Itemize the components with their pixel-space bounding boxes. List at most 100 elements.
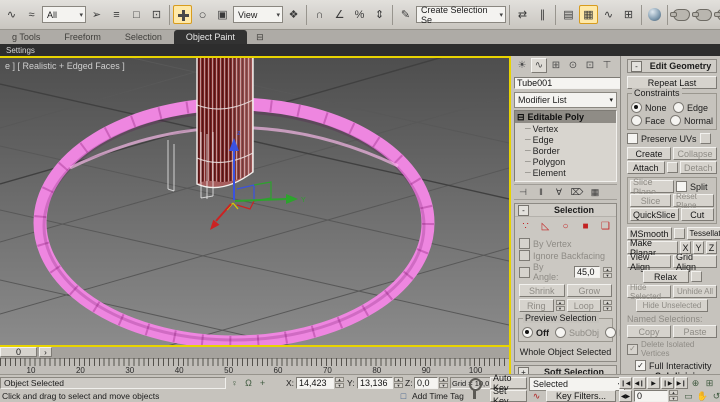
edit-geometry-rollout-header[interactable]: - Edit Geometry	[627, 59, 717, 73]
ribbon-tab-g-tools[interactable]: g Tools	[0, 30, 52, 44]
render-setup-icon[interactable]	[673, 9, 690, 21]
rectangular-selection-region-icon[interactable]: □	[127, 5, 146, 24]
reference-coordinate-dropdown[interactable]: View▾	[233, 6, 283, 23]
named-selection-set-dropdown[interactable]: Create Selection Se▾	[416, 6, 506, 23]
stack-item-vertex[interactable]: ─Vertex	[515, 123, 616, 134]
tab-display[interactable]: ⊡	[582, 58, 598, 73]
mirror-icon[interactable]: ⇄	[513, 5, 532, 24]
time-slider-next-button[interactable]: ›	[39, 347, 52, 357]
use-pivot-center-icon[interactable]: ❖	[284, 5, 303, 24]
relax-button[interactable]: Relax	[643, 270, 689, 283]
shrink-button[interactable]: Shrink	[519, 284, 565, 297]
preserve-uvs-checkbox[interactable]: Preserve UVs	[627, 133, 717, 144]
view-align-button[interactable]: View Align	[627, 255, 671, 268]
set-keys-key-icon[interactable]	[466, 377, 485, 401]
by-vertex-checkbox[interactable]: By Vertex	[519, 238, 612, 249]
ribbon-tab-object-paint[interactable]: Object Paint	[174, 30, 247, 44]
tab-modify[interactable]: ∿	[531, 58, 547, 73]
object-name-field[interactable]	[514, 77, 637, 89]
y-coordinate-field[interactable]	[357, 377, 393, 389]
ring-spinner[interactable]: ▲▼	[556, 300, 565, 311]
key-tangent-icon[interactable]: ∿	[529, 390, 544, 402]
tube-object[interactable]	[197, 58, 253, 188]
angle-field[interactable]	[574, 266, 600, 278]
zoom-all-icon[interactable]: ⊞	[703, 377, 716, 389]
show-end-result-icon[interactable]: ‖	[534, 186, 548, 199]
loop-spinner[interactable]: ▲▼	[603, 300, 612, 311]
play-icon[interactable]: ▶	[647, 377, 660, 389]
stack-item-polygon[interactable]: ─Polygon	[515, 156, 616, 167]
previous-frame-icon[interactable]: ◀❙	[633, 377, 646, 389]
copy-button[interactable]: Copy	[627, 325, 671, 338]
ignore-backfacing-checkbox[interactable]: Ignore Backfacing	[519, 250, 612, 261]
unhide-all-button[interactable]: Unhide All	[673, 285, 717, 298]
grow-button[interactable]: Grow	[567, 284, 613, 297]
tessellate-button[interactable]: Tessellate	[687, 227, 720, 240]
rendered-frame-window-icon[interactable]	[695, 9, 712, 21]
x-spinner[interactable]: ▲▼	[335, 377, 344, 388]
preview-off-radio[interactable]: Off	[522, 327, 549, 338]
stack-item-editable-poly[interactable]: ⊟ Editable Poly	[515, 111, 616, 123]
vertex-icon[interactable]: ∵	[519, 220, 532, 233]
slice-plane-button[interactable]: Slice Plane	[630, 180, 674, 193]
viewport-canvas[interactable]: z Y	[0, 58, 509, 345]
collapse-icon[interactable]: -	[631, 61, 642, 72]
tab-create[interactable]: ☀	[514, 58, 530, 73]
paste-button[interactable]: Paste	[673, 325, 717, 338]
select-and-rotate-icon[interactable]: ○	[193, 5, 212, 24]
cut-button[interactable]: Cut	[681, 208, 714, 221]
by-angle-checkbox[interactable]: By Angle: ▲▼	[519, 262, 612, 282]
msmooth-settings-button[interactable]	[674, 228, 685, 239]
delete-isolated-vertices-checkbox[interactable]: Delete Isolated Vertices	[627, 340, 717, 358]
border-icon[interactable]: ○	[559, 220, 572, 233]
select-object-icon[interactable]: ➢	[87, 5, 106, 24]
constraint-none-radio[interactable]: None	[631, 102, 671, 113]
create-button[interactable]: Create	[627, 147, 671, 160]
selection-filter-dropdown[interactable]: All▾	[42, 6, 86, 23]
manage-layers-icon[interactable]: ▤	[559, 5, 578, 24]
grid-align-button[interactable]: Grid Align	[673, 255, 717, 268]
go-to-start-icon[interactable]: ❙◀	[619, 377, 632, 389]
stack-item-edge[interactable]: ─Edge	[515, 134, 616, 145]
percent-snap-icon[interactable]: %	[350, 5, 369, 24]
select-and-move-icon[interactable]	[173, 5, 192, 24]
stack-item-element[interactable]: ─Element	[515, 167, 616, 178]
set-key-button[interactable]: Set Key	[490, 390, 527, 402]
track-bar-ruler[interactable]	[0, 358, 509, 366]
time-slider-handle[interactable]: 0	[0, 347, 37, 357]
key-filters-button[interactable]: Key Filters...	[546, 390, 616, 402]
zoom-region-icon[interactable]: ▭	[682, 390, 695, 402]
ribbon-tab-freeform[interactable]: Freeform	[52, 30, 113, 44]
attach-button[interactable]: Attach	[627, 161, 665, 174]
align-icon[interactable]: ∥	[533, 5, 552, 24]
collapse-icon[interactable]: ⊟	[517, 112, 525, 123]
hide-unselected-button[interactable]: Hide Unselected	[636, 299, 708, 312]
ribbon-minimize-icon[interactable]: ⊟	[247, 30, 273, 44]
frame-spinner[interactable]: ▲▼	[669, 390, 678, 401]
go-to-end-icon[interactable]: ▶❙	[675, 377, 688, 389]
y-spinner[interactable]: ▲▼	[394, 377, 403, 388]
collapse-button[interactable]: Collapse	[673, 147, 717, 160]
waves-icon[interactable]: ≈	[22, 5, 41, 24]
tab-utilities[interactable]: ⊤	[599, 58, 615, 73]
time-tag-icon[interactable]: □	[396, 390, 411, 402]
pin-stack-icon[interactable]: ⊣	[516, 186, 530, 199]
key-mode-toggle[interactable]: ◀▶	[619, 390, 632, 402]
full-interactivity-checkbox[interactable]: Full Interactivity	[635, 360, 717, 371]
select-and-scale-icon[interactable]: ▣	[213, 5, 232, 24]
relax-settings-button[interactable]	[691, 271, 702, 282]
next-frame-icon[interactable]: ❙▶	[661, 377, 674, 389]
preserve-uvs-settings-button[interactable]	[700, 133, 711, 144]
reset-plane-button[interactable]: Reset Plane	[673, 194, 714, 207]
ring-button[interactable]: Ring	[519, 299, 554, 312]
selection-set-filter-dropdown[interactable]: Selected ▾	[529, 377, 625, 391]
collapse-icon[interactable]: -	[518, 205, 529, 216]
snaps-toggle-icon[interactable]: ∩	[310, 5, 329, 24]
modifier-list-dropdown[interactable]: Modifier List ▾	[514, 92, 617, 108]
split-checkbox[interactable]: Split	[676, 181, 714, 192]
spinner-snap-icon[interactable]: ⇕	[370, 5, 389, 24]
loop-button[interactable]: Loop	[567, 299, 602, 312]
selection-lock-icon[interactable]: Ω	[242, 377, 255, 389]
element-icon[interactable]: ❑	[599, 220, 612, 233]
current-frame-field[interactable]	[634, 390, 668, 402]
